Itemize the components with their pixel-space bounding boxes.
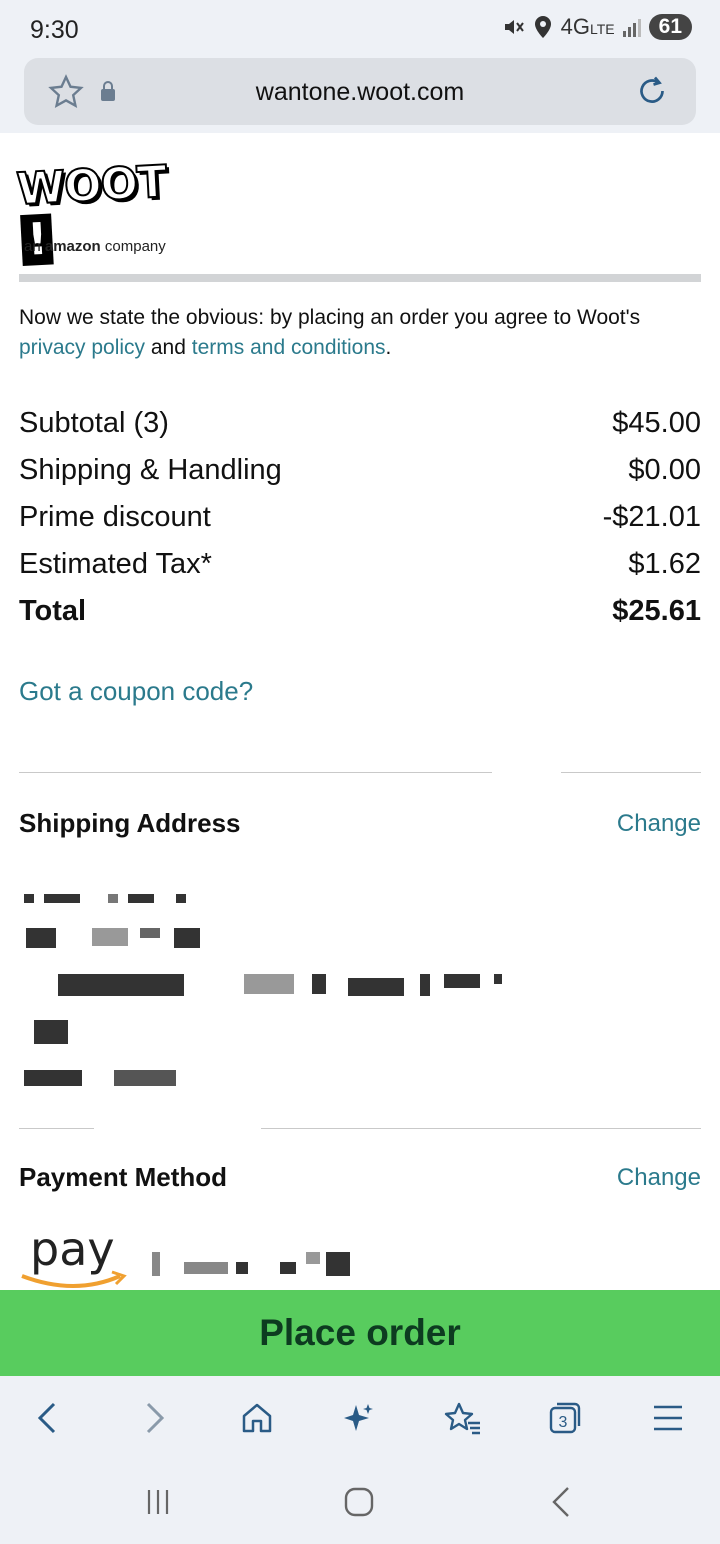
shipping-address-title: Shipping Address — [19, 808, 241, 838]
reload-icon[interactable] — [634, 73, 670, 109]
home-icon[interactable] — [235, 1396, 279, 1440]
terms-notice: Now we state the obvious: by placing an … — [19, 306, 641, 359]
summary-row-tax: Estimated Tax* $1.62 — [19, 548, 701, 580]
amazon-pay-logo: pay — [30, 1222, 115, 1276]
amazon-smile-icon — [21, 1270, 127, 1288]
forward-icon[interactable] — [132, 1396, 176, 1440]
home-button-icon[interactable] — [337, 1480, 381, 1524]
summary-row-subtotal: Subtotal (3) $45.00 — [19, 407, 701, 439]
tabs-count: 3 — [559, 1414, 568, 1431]
shipping-change-link[interactable]: Change — [617, 810, 701, 838]
payment-change-link[interactable]: Change — [617, 1164, 701, 1192]
divider — [19, 1128, 94, 1129]
divider — [19, 772, 492, 773]
place-order-button[interactable]: Place order — [0, 1290, 720, 1376]
back-icon[interactable] — [26, 1396, 70, 1440]
privacy-policy-link[interactable]: privacy policy — [19, 336, 145, 359]
system-back-icon[interactable] — [540, 1480, 584, 1524]
logo-tagline: an amazon company — [24, 238, 166, 255]
sparkle-icon[interactable] — [337, 1396, 381, 1440]
battery-indicator: 61 — [648, 14, 692, 40]
bookmarks-icon[interactable] — [441, 1396, 485, 1440]
header-divider — [19, 274, 701, 282]
woot-logo[interactable]: WOOT! an amazon company — [14, 155, 178, 267]
browser-bottom-nav: 3 — [0, 1376, 720, 1460]
summary-row-total: Total $25.61 — [19, 595, 701, 627]
location-icon — [534, 16, 551, 38]
url-bar[interactable]: wantone.woot.com — [24, 58, 696, 125]
terms-link[interactable]: terms and conditions — [192, 336, 386, 359]
system-nav-bar — [0, 1460, 720, 1544]
tabs-icon[interactable]: 3 — [543, 1396, 587, 1440]
summary-row-shipping: Shipping & Handling $0.00 — [19, 454, 701, 486]
payment-method-title: Payment Method — [19, 1162, 228, 1192]
coupon-link[interactable]: Got a coupon code? — [19, 676, 253, 707]
mute-icon — [504, 20, 524, 34]
order-summary: Subtotal (3) $45.00 Shipping & Handling $0… — [19, 400, 701, 635]
status-bar: 9:30 4GLTE 61 — [0, 0, 720, 60]
divider — [261, 1128, 701, 1129]
status-time: 9:30 — [30, 16, 79, 44]
network-label: 4GLTE — [560, 14, 615, 39]
recent-apps-icon[interactable] — [136, 1480, 180, 1524]
summary-row-prime-discount: Prime discount -$21.01 — [19, 501, 701, 533]
signal-icon — [622, 17, 641, 37]
menu-icon[interactable] — [646, 1396, 690, 1440]
status-icons: 4GLTE 61 — [501, 14, 692, 40]
divider — [561, 772, 701, 773]
url-text[interactable]: wantone.woot.com — [24, 78, 696, 107]
